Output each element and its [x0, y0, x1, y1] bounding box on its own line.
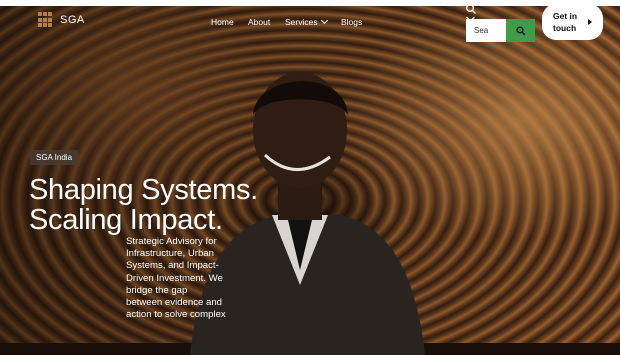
nav-services-label: Services [285, 17, 318, 27]
nav-about[interactable]: About [248, 17, 270, 27]
search-icon [466, 4, 476, 14]
nav-services[interactable]: Services [285, 16, 328, 27]
headline-line-2: Scaling Impact. [29, 204, 223, 236]
brand-name: SGA [60, 14, 85, 26]
get-in-touch-button[interactable]: Get in touch [542, 4, 603, 40]
brand-logo[interactable]: SGA [38, 12, 85, 28]
nav-home[interactable]: Home [211, 17, 234, 27]
top-strip [0, 0, 620, 6]
cta-label: Get in touch [553, 11, 578, 33]
location-badge: SGA India [30, 150, 79, 165]
search-form [466, 19, 535, 42]
hero-description: Strategic Advisory for Infrastructure, U… [126, 236, 226, 321]
search-icon [515, 25, 525, 35]
logo-mark-icon [38, 12, 54, 28]
search-submit-button[interactable] [506, 19, 535, 42]
arrow-right-icon [588, 19, 592, 25]
chevron-down-icon [320, 16, 328, 25]
headline-line-1: Shaping Systems. [29, 174, 258, 206]
search-input[interactable] [466, 19, 506, 42]
nav-blogs[interactable]: Blogs [341, 17, 362, 27]
hero-headline: Shaping Systems. Scaling Impact. [29, 175, 258, 235]
